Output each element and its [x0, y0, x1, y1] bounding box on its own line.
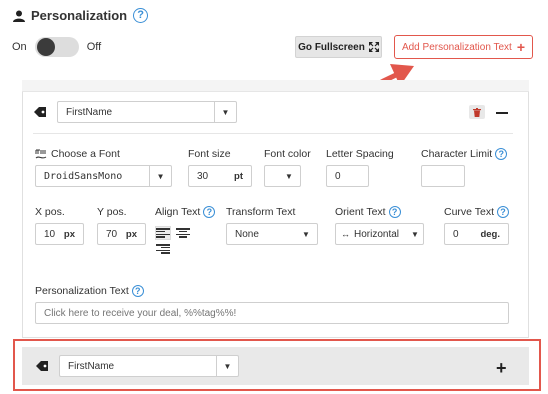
x-pos-unit: px — [63, 228, 75, 240]
chevron-down-icon: ▼ — [411, 229, 419, 239]
align-text-label: Align Text — [155, 206, 201, 218]
panel-top-bar — [22, 80, 529, 92]
align-right-icon[interactable] — [156, 243, 170, 255]
transform-text-select[interactable]: None ▼ — [226, 223, 318, 245]
page-title: Personalization — [31, 8, 128, 23]
divider — [33, 133, 513, 134]
x-pos-label: X pos. — [35, 206, 65, 218]
curve-text-input[interactable]: 0 deg. — [444, 223, 509, 245]
toggle-off-label: Off — [86, 41, 102, 53]
user-icon — [13, 10, 25, 22]
curve-text-value: 0 — [453, 228, 459, 240]
help-icon[interactable]: ? — [203, 206, 216, 218]
align-text-label-group: Align Text ? — [155, 206, 216, 218]
y-pos-input[interactable]: 70 px — [97, 223, 146, 245]
add-personalization-text-button[interactable]: Add Personalization Text + — [394, 35, 533, 59]
y-pos-unit: px — [125, 228, 137, 240]
choose-font-label-group: Choose a Font — [35, 148, 120, 160]
add-personalization-text-label: Add Personalization Text — [401, 41, 512, 53]
go-fullscreen-label: Go Fullscreen — [298, 41, 365, 53]
align-text-buttons — [155, 226, 198, 255]
chevron-down-icon: ▼ — [302, 229, 310, 239]
orient-text-value: Horizontal — [354, 228, 400, 240]
go-fullscreen-button[interactable]: Go Fullscreen — [295, 36, 382, 58]
field-select-value: FirstName — [66, 106, 113, 118]
character-limit-label-group: Character Limit ? — [421, 148, 508, 160]
chevron-down-icon: ▼ — [149, 166, 171, 186]
letter-spacing-input[interactable]: 0 — [326, 165, 369, 187]
help-icon[interactable]: ? — [388, 206, 401, 218]
annotation-highlight-box — [13, 339, 541, 391]
font-color-label: Font color — [264, 148, 311, 160]
letter-spacing-value: 0 — [335, 170, 341, 182]
font-size-input[interactable]: 30 pt — [188, 165, 252, 187]
help-icon[interactable]: ? — [133, 8, 149, 23]
font-icon — [35, 149, 47, 158]
personalization-toggle[interactable] — [34, 37, 79, 57]
personalization-text-label-group: Personalization Text ? — [35, 285, 144, 297]
plus-icon: + — [516, 39, 526, 55]
chevron-down-icon: ▼ — [214, 102, 236, 122]
text-layer-header: FirstName ▼ — [33, 98, 516, 126]
orient-text-label: Orient Text — [335, 206, 386, 218]
curve-text-label-group: Curve Text ? — [444, 206, 509, 218]
field-select[interactable]: FirstName ▼ — [57, 101, 237, 123]
help-icon[interactable]: ? — [497, 206, 509, 218]
personalization-text-input[interactable] — [35, 302, 509, 324]
transform-text-value: None — [235, 228, 259, 240]
choose-font-label: Choose a Font — [51, 148, 120, 160]
character-limit-input[interactable] — [421, 165, 465, 187]
chevron-down-icon: ▼ — [285, 171, 293, 181]
font-size-label: Font size — [188, 148, 231, 160]
x-pos-value: 10 — [44, 228, 56, 240]
curve-text-unit: deg. — [480, 228, 500, 240]
x-pos-input[interactable]: 10 px — [35, 223, 84, 245]
trash-icon — [473, 107, 481, 117]
fullscreen-icon — [368, 42, 379, 52]
delete-button[interactable] — [469, 105, 485, 119]
tag-icon — [34, 107, 46, 117]
character-limit-label: Character Limit — [421, 148, 493, 160]
y-pos-label: Y pos. — [97, 206, 127, 218]
curve-text-label: Curve Text — [444, 206, 494, 218]
help-icon[interactable]: ? — [495, 148, 508, 160]
personalization-text-label: Personalization Text — [35, 285, 129, 297]
personalization-toggle-row: On Off — [12, 37, 101, 57]
font-select[interactable]: DroidSansMono ▼ — [35, 165, 172, 187]
font-select-value: DroidSansMono — [44, 170, 123, 182]
letter-spacing-label: Letter Spacing — [326, 148, 394, 160]
help-icon[interactable]: ? — [131, 285, 144, 297]
toggle-on-label: On — [12, 41, 27, 53]
align-center-icon[interactable] — [176, 227, 190, 239]
font-size-value: 30 — [197, 170, 209, 182]
toggle-knob — [36, 38, 55, 56]
font-color-select[interactable]: ▼ — [264, 165, 301, 187]
orient-text-label-group: Orient Text ? — [335, 206, 401, 218]
transform-text-label: Transform Text — [226, 206, 296, 218]
collapse-minus-button[interactable] — [496, 112, 508, 114]
y-pos-value: 70 — [106, 228, 118, 240]
orient-text-select[interactable]: ↔ Horizontal ▼ — [335, 223, 424, 245]
align-left-icon[interactable] — [155, 226, 171, 240]
font-size-unit: pt — [234, 170, 243, 182]
horizontal-arrow-icon: ↔ — [341, 229, 350, 239]
section-title: Personalization ? — [13, 8, 149, 23]
